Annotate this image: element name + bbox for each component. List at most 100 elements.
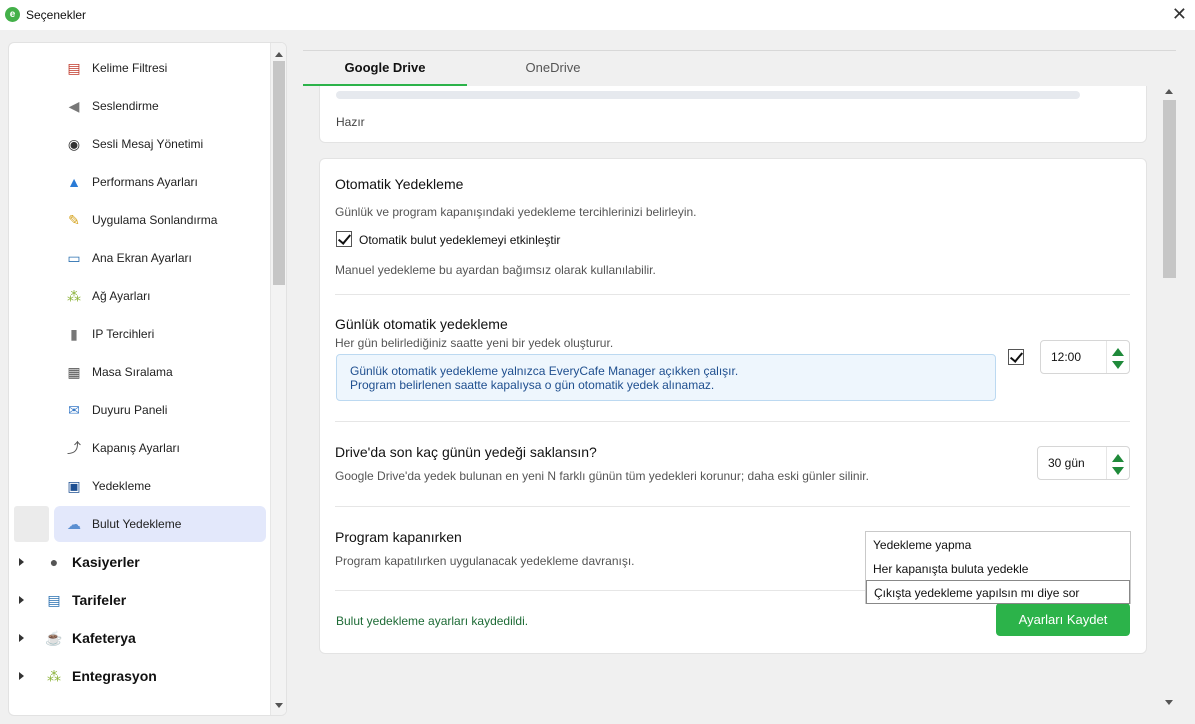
decrement-arrow-icon[interactable] xyxy=(1112,361,1124,369)
divider xyxy=(335,294,1130,295)
cloud-icon: ☁ xyxy=(67,515,81,532)
scroll-thumb[interactable] xyxy=(273,61,285,285)
sidebar-group-label: Kasiyerler xyxy=(72,554,140,570)
sidebar-item-label: Uygulama Sonlandırma xyxy=(92,213,218,227)
daily-backup-title: Günlük otomatik yedekleme xyxy=(335,316,508,332)
days-value[interactable]: 30 gün xyxy=(1048,456,1085,470)
sidebar-item-ip-tercihleri[interactable]: ▮ IP Tercihleri xyxy=(54,316,266,352)
sidebar-group-label: Entegrasyon xyxy=(72,668,157,684)
auto-backup-checkbox[interactable] xyxy=(336,231,352,247)
sidebar-item-label: Performans Ayarları xyxy=(92,175,198,189)
coffee-icon: ☕ xyxy=(45,629,63,646)
divider xyxy=(335,506,1130,507)
tariff-icon: ▤ xyxy=(47,591,61,608)
retention-days-spinner[interactable]: 30 gün xyxy=(1037,446,1130,480)
sidebar-group-entegrasyon[interactable]: ⁂ Entegrasyon xyxy=(9,658,267,694)
word-filter-icon: ▤ xyxy=(67,59,81,76)
close-icon[interactable]: ✕ xyxy=(1172,4,1187,24)
provider-tabs: Google Drive OneDrive xyxy=(303,50,1176,87)
sidebar-item-label: Kapanış Ayarları xyxy=(92,441,180,455)
backup-progress-bar xyxy=(336,91,1080,99)
sidebar-group-label: Kafeterya xyxy=(72,630,136,646)
sidebar-item-label: Kelime Filtresi xyxy=(92,61,168,75)
sidebar-item-kapanis-ayarlari[interactable]: ⤴ Kapanış Ayarları xyxy=(54,430,266,466)
on-close-title: Program kapanırken xyxy=(335,529,462,545)
sidebar-group-kasiyerler[interactable]: ● Kasiyerler xyxy=(9,544,267,580)
auto-backup-checkbox-label[interactable]: Otomatik bulut yedeklemeyi etkinleştir xyxy=(359,233,560,247)
backup-settings-card: Otomatik Yedekleme Günlük ve program kap… xyxy=(319,158,1147,654)
sidebar-item-label: Seslendirme xyxy=(92,99,159,113)
increment-arrow-icon[interactable] xyxy=(1112,348,1124,356)
sidebar-item-label: Ağ Ayarları xyxy=(92,289,151,303)
expand-arrow-icon[interactable] xyxy=(19,672,24,680)
app-logo-icon: e xyxy=(5,7,20,22)
daily-backup-description: Her gün belirlediğiniz saatte yeni bir y… xyxy=(335,336,614,350)
shutdown-icon: ⤴ xyxy=(67,440,81,456)
sidebar-scrollbar[interactable] xyxy=(270,43,286,715)
selection-gutter xyxy=(14,506,49,542)
floppy-disk-icon: ▣ xyxy=(67,477,81,494)
info-line: Günlük otomatik yedekleme yalnızca Every… xyxy=(350,364,739,378)
sidebar-item-ana-ekran[interactable]: ▭ Ana Ekran Ayarları xyxy=(54,240,266,276)
network-icon: ⁂ xyxy=(67,287,81,304)
title-bar: e Seçenekler ✕ xyxy=(0,0,1195,30)
scroll-down-icon[interactable] xyxy=(1165,700,1173,705)
daily-backup-info-box: Günlük otomatik yedekleme yalnızca Every… xyxy=(336,354,996,401)
voice-message-icon: ◉ xyxy=(67,135,81,152)
scroll-down-icon[interactable] xyxy=(275,703,283,708)
dropdown-option[interactable]: Yedekleme yapma xyxy=(866,533,1130,557)
sidebar-item-performans[interactable]: ▲ Performans Ayarları xyxy=(54,164,266,200)
scroll-up-icon[interactable] xyxy=(275,52,283,57)
sidebar-item-yedekleme[interactable]: ▣ Yedekleme xyxy=(54,468,266,504)
daily-backup-checkbox[interactable] xyxy=(1008,349,1024,365)
scroll-thumb[interactable] xyxy=(1163,100,1176,278)
saved-message: Bulut yedekleme ayarları kaydedildi. xyxy=(336,614,529,628)
cashier-icon: ● xyxy=(49,554,59,570)
sidebar-item-bulut-yedekleme[interactable]: ☁ Bulut Yedekleme xyxy=(54,506,266,542)
integration-icon: ⁂ xyxy=(47,667,61,684)
sidebar-item-uygulama-sonlandirma[interactable]: ✎ Uygulama Sonlandırma xyxy=(54,202,266,238)
retention-title: Drive'da son kaç günün yedeği saklansın? xyxy=(335,444,597,460)
tab-google-drive[interactable]: Google Drive xyxy=(303,51,467,87)
on-close-dropdown-list[interactable]: Yedekleme yapma Her kapanışta buluta yed… xyxy=(865,531,1131,604)
sidebar: ▤ Kelime Filtresi ◀ Seslendirme ◉ Sesli Mes… xyxy=(8,42,287,716)
sidebar-item-label: Masa Sıralama xyxy=(92,365,173,379)
dropdown-option-selected[interactable]: Çıkışta yedekleme yapılsın mı diye sor xyxy=(866,580,1130,604)
sidebar-item-label: IP Tercihleri xyxy=(92,327,155,341)
speaker-icon: ◀ xyxy=(68,97,80,114)
expand-arrow-icon[interactable] xyxy=(19,634,24,642)
status-text: Hazır xyxy=(336,115,365,129)
increment-arrow-icon[interactable] xyxy=(1112,454,1124,462)
sidebar-item-sesli-mesaj[interactable]: ◉ Sesli Mesaj Yönetimi xyxy=(54,126,266,162)
scroll-up-icon[interactable] xyxy=(1165,89,1173,94)
sidebar-item-label: Duyuru Paneli xyxy=(92,403,168,417)
sidebar-item-ag-ayarlari[interactable]: ⁂ Ağ Ayarları xyxy=(54,278,266,314)
sidebar-item-label: Sesli Mesaj Yönetimi xyxy=(92,137,204,151)
retention-description: Google Drive'da yedek bulunan en yeni N … xyxy=(335,469,869,483)
save-settings-button[interactable]: Ayarları Kaydet xyxy=(996,603,1130,636)
sidebar-item-kelime-filtresi[interactable]: ▤ Kelime Filtresi xyxy=(54,50,266,86)
dropdown-option[interactable]: Her kapanışta buluta yedekle xyxy=(866,557,1130,581)
sidebar-item-masa-siralama[interactable]: ▦ Masa Sıralama xyxy=(54,354,266,390)
sidebar-item-duyuru-paneli[interactable]: ✉ Duyuru Paneli xyxy=(54,392,266,428)
status-card: Hazır xyxy=(319,86,1147,143)
spinner-separator xyxy=(1106,447,1107,479)
expand-arrow-icon[interactable] xyxy=(19,558,24,566)
sidebar-item-label: Yedekleme xyxy=(92,479,151,493)
envelope-icon: ✉ xyxy=(68,401,80,418)
content-scrollbar[interactable] xyxy=(1161,86,1178,716)
tab-onedrive[interactable]: OneDrive xyxy=(467,51,639,87)
window-title: Seçenekler xyxy=(26,8,87,22)
sidebar-item-seslendirme[interactable]: ◀ Seslendirme xyxy=(54,88,266,124)
ip-icon: ▮ xyxy=(70,325,78,342)
daily-backup-time-spinner[interactable]: 12:00 xyxy=(1040,340,1130,374)
time-value[interactable]: 12:00 xyxy=(1051,350,1081,364)
expand-arrow-icon[interactable] xyxy=(19,596,24,604)
sidebar-group-tarifeler[interactable]: ▤ Tarifeler xyxy=(9,582,267,618)
sidebar-group-kafeterya[interactable]: ☕ Kafeterya xyxy=(9,620,267,656)
decrement-arrow-icon[interactable] xyxy=(1112,467,1124,475)
sidebar-group-label: Tarifeler xyxy=(72,592,127,608)
auto-backup-note: Manuel yedekleme bu ayardan bağımsız ola… xyxy=(335,263,656,277)
auto-backup-description: Günlük ve program kapanışındaki yedeklem… xyxy=(335,205,697,219)
on-close-description: Program kapatılırken uygulanacak yedekle… xyxy=(335,554,635,568)
